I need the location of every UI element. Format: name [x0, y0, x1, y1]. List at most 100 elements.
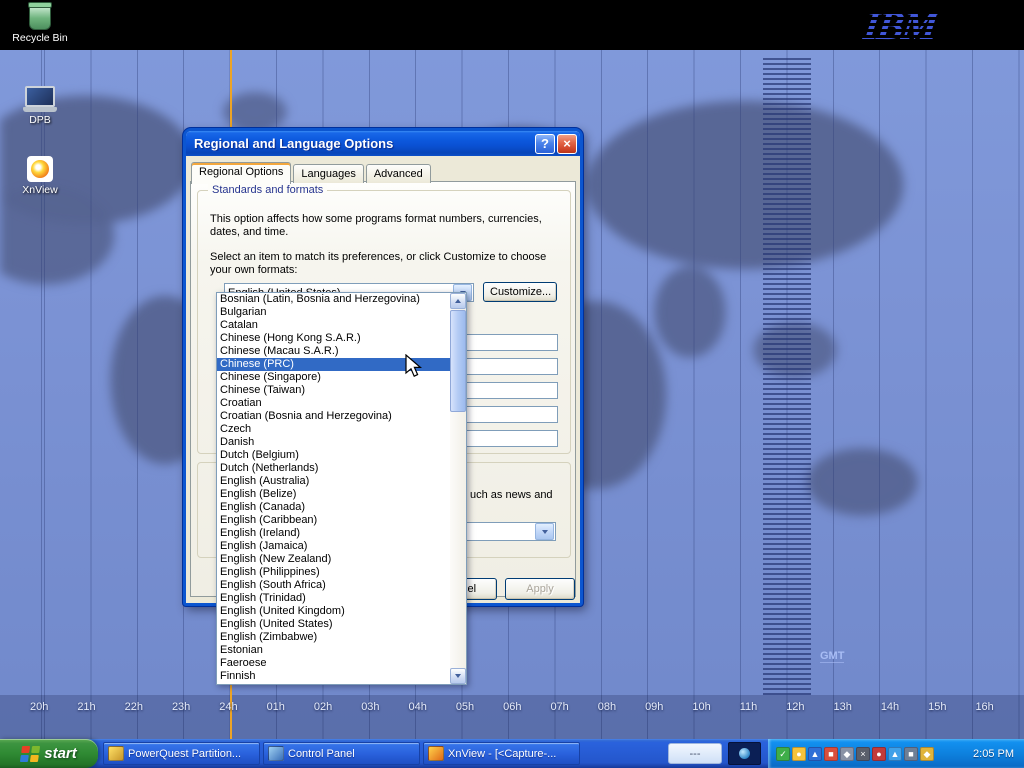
dialog-title: Regional and Language Options [194, 136, 533, 151]
laptop-icon [4, 86, 76, 112]
scroll-down-button[interactable] [450, 668, 466, 684]
task-button-label: Control Panel [288, 748, 355, 760]
hour-label: 20h [30, 701, 48, 713]
close-button[interactable]: × [557, 134, 577, 154]
taskbar-docked-icon[interactable] [728, 742, 761, 765]
dropdown-scrollbar[interactable] [450, 293, 466, 684]
tray-icon-9[interactable]: ■ [904, 747, 918, 761]
tray-icon-area: ✓●▲■◆×●▲■◆ [776, 747, 934, 761]
language-option[interactable]: English (Ireland) [217, 527, 450, 540]
language-option[interactable]: Dutch (Netherlands) [217, 462, 450, 475]
language-option[interactable]: English (Belize) [217, 488, 450, 501]
tray-icon-8[interactable]: ▲ [888, 747, 902, 761]
language-option[interactable]: Croatian [217, 397, 450, 410]
language-option[interactable]: Chinese (Taiwan) [217, 384, 450, 397]
scroll-up-button[interactable] [450, 293, 466, 309]
taskbar: start PowerQuest Partition... Control Pan… [0, 739, 1024, 768]
windows-flag-icon [20, 746, 40, 762]
language-option[interactable]: Catalan [217, 319, 450, 332]
recycle-bin-icon [29, 4, 51, 30]
taskbar-clock[interactable]: 2:05 PM [973, 748, 1014, 760]
mouse-cursor [405, 354, 423, 380]
language-option[interactable]: Faeroese [217, 657, 450, 670]
arrow-up-icon [455, 299, 461, 303]
language-option[interactable]: Croatian (Bosnia and Herzegovina) [217, 410, 450, 423]
language-option[interactable]: English (Canada) [217, 501, 450, 514]
hour-scale: 20h21h22h23h24h01h02h03h04h05h06h07h08h0… [0, 701, 1024, 713]
powerquest-icon [108, 746, 124, 761]
language-option[interactable]: Czech [217, 423, 450, 436]
taskbar-toolbar[interactable]: --- [668, 743, 722, 764]
hour-label: 16h [975, 701, 993, 713]
language-option[interactable]: Dutch (Belgium) [217, 449, 450, 462]
location-text-fragment: uch as news and [470, 489, 553, 501]
language-option[interactable]: English (Trinidad) [217, 592, 450, 605]
scrollbar-thumb[interactable] [450, 310, 466, 412]
language-option[interactable]: Finnish [217, 670, 450, 683]
language-option[interactable]: English (Caribbean) [217, 514, 450, 527]
hour-label: 14h [881, 701, 899, 713]
language-option[interactable]: English (New Zealand) [217, 553, 450, 566]
hour-label: 12h [786, 701, 804, 713]
tray-icon-1[interactable]: ✓ [776, 747, 790, 761]
tray-icon-3[interactable]: ▲ [808, 747, 822, 761]
start-button[interactable]: start [0, 739, 98, 768]
standards-description: This option affects how some programs fo… [210, 213, 546, 239]
desktop-icon-recycle-bin[interactable]: Recycle Bin [4, 4, 76, 44]
tray-icon-6[interactable]: × [856, 747, 870, 761]
group-title: Standards and formats [208, 184, 327, 196]
date-line-hatch-band [763, 58, 811, 698]
standards-instruction: Select an item to match its preferences,… [210, 251, 554, 277]
tray-icon-10[interactable]: ◆ [920, 747, 934, 761]
language-option[interactable]: English (Philippines) [217, 566, 450, 579]
tab-regional-options[interactable]: Regional Options [191, 162, 291, 184]
combo-dropdown-button[interactable] [535, 523, 554, 540]
language-option[interactable]: English (Jamaica) [217, 540, 450, 553]
language-option[interactable]: English (Australia) [217, 475, 450, 488]
language-list: Bosnian (Latin, Bosnia and Herzegovina)B… [217, 293, 450, 684]
arrow-down-icon [455, 674, 461, 678]
hour-label: 05h [456, 701, 474, 713]
language-option[interactable]: Chinese (Hong Kong S.A.R.) [217, 332, 450, 345]
taskbar-button-control-panel[interactable]: Control Panel [263, 742, 420, 765]
top-banner: IBM [0, 0, 1024, 50]
hour-label: 13h [834, 701, 852, 713]
tray-icon-4[interactable]: ■ [824, 747, 838, 761]
language-option[interactable]: English (United Kingdom) [217, 605, 450, 618]
desktop-icon-dpb[interactable]: DPB [4, 86, 76, 126]
hour-label: 01h [267, 701, 285, 713]
language-option[interactable]: English (South Africa) [217, 579, 450, 592]
tray-icon-7[interactable]: ● [872, 747, 886, 761]
language-option[interactable]: Bulgarian [217, 306, 450, 319]
customize-button[interactable]: Customize... [483, 282, 557, 302]
tab-advanced[interactable]: Advanced [366, 164, 431, 183]
dialog-titlebar[interactable]: Regional and Language Options ? × [186, 131, 580, 156]
hour-label: 24h [219, 701, 237, 713]
taskbar-button-xnview[interactable]: XnView - [<Capture-... [423, 742, 580, 765]
language-option[interactable]: Danish [217, 436, 450, 449]
control-panel-icon [268, 746, 284, 761]
hour-label: 02h [314, 701, 332, 713]
language-dropdown-list: Bosnian (Latin, Bosnia and Herzegovina)B… [216, 292, 467, 685]
hour-label: 06h [503, 701, 521, 713]
tab-languages[interactable]: Languages [293, 164, 363, 183]
language-option[interactable]: Bosnian (Latin, Bosnia and Herzegovina) [217, 293, 450, 306]
hour-label: 15h [928, 701, 946, 713]
tray-icon-5[interactable]: ◆ [840, 747, 854, 761]
apply-button[interactable]: Apply [505, 578, 575, 600]
language-option[interactable]: English (Zimbabwe) [217, 631, 450, 644]
system-tray: ✓●▲■◆×●▲■◆ 2:05 PM [768, 739, 1024, 768]
start-label: start [44, 745, 77, 762]
tray-icon-2[interactable]: ● [792, 747, 806, 761]
taskbar-task-area: PowerQuest Partition... Control Panel XnVi… [103, 742, 580, 765]
help-button[interactable]: ? [535, 134, 555, 154]
desktop-icon-xnview[interactable]: XnView [4, 156, 76, 196]
language-option[interactable]: English (United States) [217, 618, 450, 631]
xnview-icon [27, 156, 53, 182]
hour-label: 23h [172, 701, 190, 713]
cd-player-icon [739, 748, 750, 759]
task-button-label: XnView - [<Capture-... [448, 748, 556, 760]
taskbar-button-powerquest[interactable]: PowerQuest Partition... [103, 742, 260, 765]
language-option[interactable]: Estonian [217, 644, 450, 657]
ibm-logo: IBM [861, 2, 939, 49]
